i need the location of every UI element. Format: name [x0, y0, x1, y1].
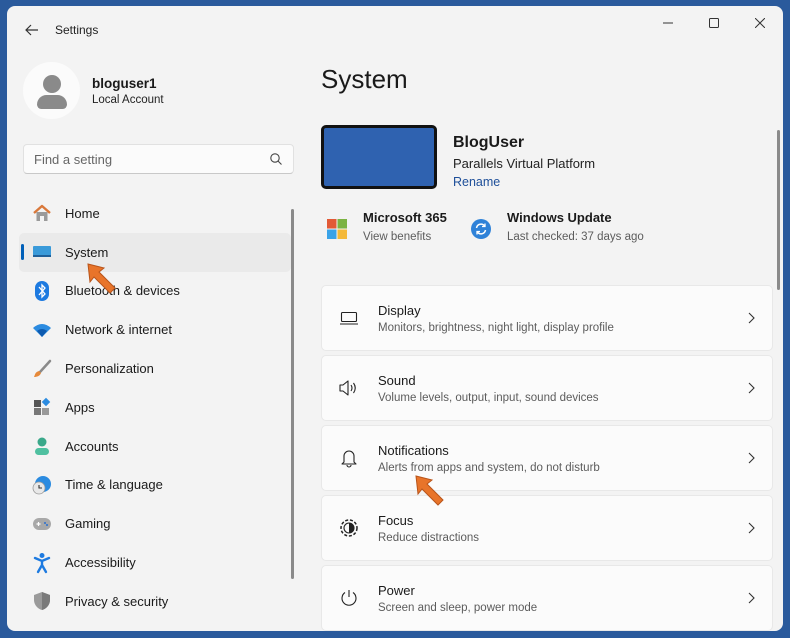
sidebar-item-label: Personalization — [65, 361, 154, 377]
wifi-icon — [31, 319, 53, 341]
system-icon — [31, 241, 53, 263]
sidebar-item-label: Accessibility — [65, 555, 136, 571]
chevron-right-icon — [748, 522, 755, 534]
card-title: Sound — [378, 372, 416, 388]
sidebar-item-home[interactable]: Home — [19, 194, 291, 233]
main-content: System BlogUser Parallels Virtual Platfo… — [321, 6, 783, 631]
device-info: BlogUser Parallels Virtual Platform Rena… — [453, 134, 595, 191]
card-subtitle: Screen and sleep, power mode — [378, 601, 538, 614]
sidebar-nav: Home System Bluetooth & devices Network … — [19, 194, 291, 621]
bluetooth-icon — [31, 280, 53, 302]
user-profile[interactable]: bloguser1 Local Account — [23, 62, 164, 119]
card-title: Notifications — [378, 442, 449, 458]
apps-icon — [31, 396, 53, 418]
rename-link[interactable]: Rename — [453, 175, 500, 189]
quick-link-subtitle: Last checked: 37 days ago — [507, 231, 644, 243]
settings-card-list: Display Monitors, brightness, night ligh… — [321, 285, 773, 631]
card-title: Focus — [378, 512, 414, 528]
sidebar-scrollbar[interactable] — [291, 209, 294, 579]
card-subtitle: Volume levels, output, input, sound devi… — [378, 391, 599, 404]
pointer-arrow-icon — [415, 475, 444, 506]
bell-icon — [338, 447, 360, 469]
card-focus[interactable]: Focus Reduce distractions — [321, 495, 773, 561]
sidebar-item-label: System — [65, 244, 109, 260]
chevron-right-icon — [748, 452, 755, 464]
sidebar-item-label: Home — [65, 205, 100, 221]
app-title: Settings — [55, 23, 99, 37]
sidebar-item-gaming[interactable]: Gaming — [19, 504, 291, 543]
search-icon[interactable] — [269, 152, 283, 166]
settings-window: Settings bloguser1 Local Account Find a … — [7, 6, 783, 631]
power-icon — [338, 587, 360, 609]
brush-icon — [31, 358, 53, 380]
gamepad-icon — [31, 513, 53, 535]
accessibility-icon — [31, 552, 53, 574]
time-language-icon — [31, 474, 53, 496]
card-display[interactable]: Display Monitors, brightness, night ligh… — [321, 285, 773, 351]
search-box[interactable] — [23, 144, 294, 174]
account-type: Local Account — [92, 93, 164, 106]
device-wallpaper-thumbnail — [321, 125, 437, 189]
sidebar-item-personalization[interactable]: Personalization — [19, 349, 291, 388]
focus-icon — [338, 517, 360, 539]
quick-link-title: Windows Update — [507, 210, 612, 225]
username: bloguser1 — [92, 75, 157, 91]
pointer-arrow-icon — [87, 263, 116, 294]
sidebar-item-system[interactable]: System — [19, 232, 291, 272]
search-input[interactable] — [24, 145, 264, 173]
quick-link-subtitle: View benefits — [363, 231, 432, 243]
quick-link-microsoft-365[interactable]: Microsoft 365 View benefits — [327, 210, 447, 243]
card-notifications[interactable]: Notifications Alerts from apps and syste… — [321, 425, 773, 491]
avatar[interactable] — [23, 62, 80, 119]
card-sound[interactable]: Sound Volume levels, output, input, soun… — [321, 355, 773, 421]
page-title: System — [321, 64, 408, 94]
microsoft-logo-icon — [327, 219, 347, 239]
avatar-head — [43, 75, 61, 93]
sidebar-item-time-language[interactable]: Time & language — [19, 466, 291, 505]
sidebar-item-accessibility[interactable]: Accessibility — [19, 543, 291, 582]
device-model: Parallels Virtual Platform — [453, 156, 596, 171]
card-subtitle: Monitors, brightness, night light, displ… — [378, 321, 614, 334]
accounts-icon — [31, 435, 53, 457]
chevron-right-icon — [748, 312, 755, 324]
avatar-body — [37, 95, 67, 109]
sidebar-item-label: Accounts — [65, 438, 119, 454]
sidebar-item-label: Gaming — [65, 516, 111, 532]
display-icon — [338, 307, 360, 329]
sidebar-item-privacy-security[interactable]: Privacy & security — [19, 582, 291, 621]
card-title: Display — [378, 302, 421, 318]
sidebar-item-apps[interactable]: Apps — [19, 388, 291, 427]
back-button[interactable] — [21, 19, 43, 41]
card-power[interactable]: Power Screen and sleep, power mode — [321, 565, 773, 631]
card-subtitle: Alerts from apps and system, do not dist… — [378, 461, 600, 474]
windows-update-icon — [471, 219, 491, 239]
sidebar-item-label: Privacy & security — [65, 593, 169, 609]
sidebar-item-accounts[interactable]: Accounts — [19, 427, 291, 466]
shield-icon — [31, 590, 53, 612]
sidebar-item-network[interactable]: Network & internet — [19, 310, 291, 349]
quick-link-title: Microsoft 365 — [363, 210, 447, 225]
sidebar-item-label: Time & language — [65, 477, 163, 493]
sidebar-item-label: Apps — [65, 399, 95, 415]
card-subtitle: Reduce distractions — [378, 531, 479, 544]
device-name: BlogUser — [453, 134, 525, 151]
arrow-left-icon — [25, 24, 38, 36]
chevron-right-icon — [748, 382, 755, 394]
chevron-right-icon — [748, 592, 755, 604]
sidebar-item-bluetooth[interactable]: Bluetooth & devices — [19, 272, 291, 311]
card-title: Power — [378, 582, 415, 598]
sidebar-item-label: Network & internet — [65, 322, 172, 338]
main-scrollbar[interactable] — [777, 130, 780, 290]
speaker-icon — [338, 377, 360, 399]
quick-link-windows-update[interactable]: Windows Update Last checked: 37 days ago — [471, 210, 644, 243]
home-icon — [31, 202, 53, 224]
